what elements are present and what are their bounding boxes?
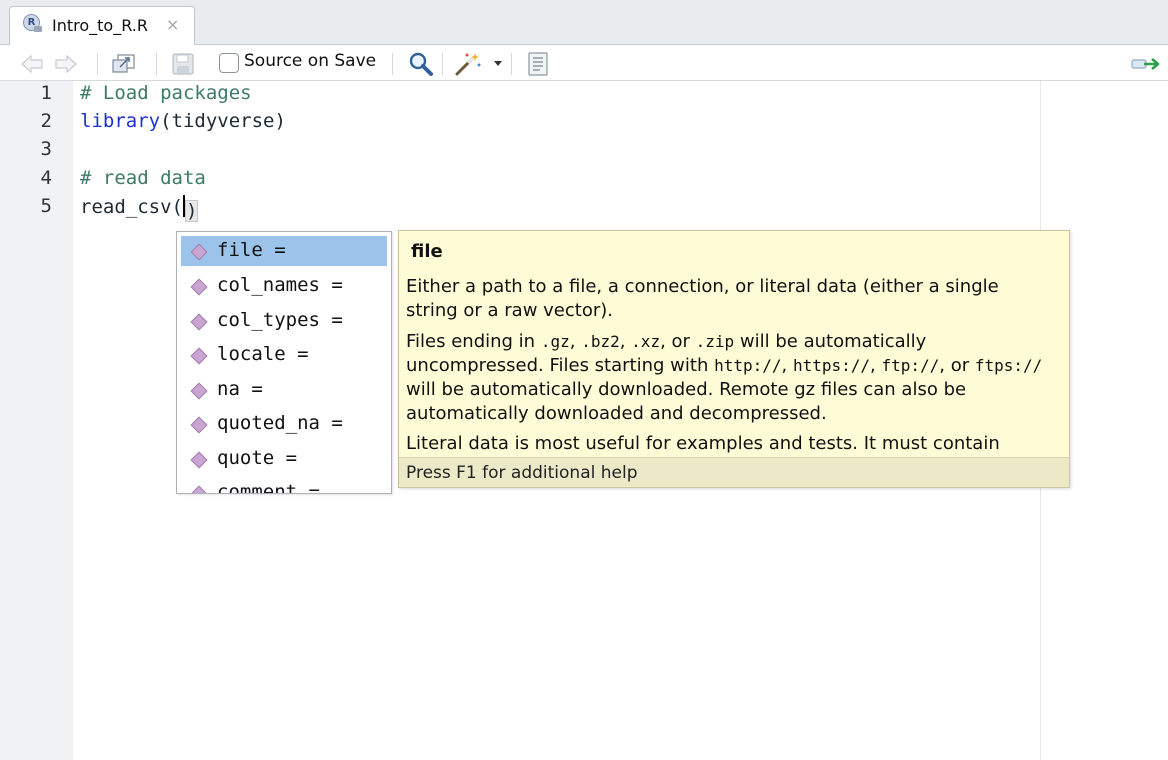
completion-label: comment = — [217, 481, 320, 494]
completion-item[interactable]: col_types = — [181, 306, 387, 336]
line-number: 5 — [40, 195, 52, 217]
argument-icon — [190, 347, 208, 365]
help-paragraph: Files ending in .gz, .bz2, .xz, or .zip … — [406, 331, 1043, 424]
function-name: library — [80, 110, 161, 132]
toolbar-separator — [511, 53, 512, 75]
source-on-save-checkbox[interactable] — [219, 53, 239, 73]
argument-icon — [190, 313, 208, 331]
help-footer-text: Press F1 for additional help — [406, 463, 638, 483]
argument-icon — [190, 485, 208, 493]
toolbar-separator — [97, 53, 98, 75]
code-line[interactable]: library(tidyverse) — [80, 110, 286, 132]
matching-paren: ) — [184, 200, 199, 222]
autocomplete-popup: file = col_names = col_types = locale = … — [176, 231, 392, 494]
code-span: http:// — [714, 356, 782, 375]
run-icon[interactable] — [1130, 53, 1168, 75]
code-span: ftp:// — [881, 356, 940, 375]
tab-intro-to-r[interactable]: R Intro_to_R.R × — [9, 6, 195, 46]
open-paren: ( — [171, 196, 183, 218]
help-tooltip: file Either a path to a file, a connecti… — [398, 230, 1070, 488]
save-icon[interactable] — [171, 52, 195, 76]
compile-report-icon[interactable] — [526, 51, 550, 77]
code-span: https:// — [792, 356, 871, 375]
search-icon[interactable] — [407, 51, 435, 77]
tab-bar: R Intro_to_R.R × — [0, 0, 1168, 46]
completion-label: quote = — [217, 447, 298, 469]
argument-icon — [190, 416, 208, 434]
completion-label: col_types = — [217, 309, 343, 331]
r-file-icon: R — [23, 14, 42, 32]
argument-icon — [190, 382, 208, 400]
code-span: .xz — [631, 332, 661, 351]
completion-label: na = — [217, 378, 263, 400]
help-footer: Press F1 for additional help — [399, 457, 1069, 487]
line-number: 1 — [40, 82, 52, 104]
line-number: 2 — [40, 110, 52, 132]
line-number: 3 — [40, 138, 52, 160]
forward-arrow-icon[interactable] — [52, 54, 78, 74]
dropdown-arrow-icon[interactable] — [493, 60, 503, 68]
function-args: (tidyverse) — [160, 110, 286, 132]
completion-label: locale = — [217, 343, 309, 365]
code-line[interactable]: read_csv() — [80, 195, 199, 222]
source-on-save-label[interactable]: Source on Save — [244, 51, 376, 71]
code-line-comment[interactable]: # read data — [80, 167, 206, 189]
completion-item[interactable]: comment = — [181, 478, 387, 494]
help-title: file — [411, 241, 443, 262]
completion-label: quoted_na = — [217, 412, 343, 434]
code-span: .gz — [540, 332, 570, 351]
code-span: .bz2 — [581, 332, 620, 351]
close-icon[interactable]: × — [166, 15, 179, 34]
argument-icon — [190, 243, 208, 261]
magic-wand-icon[interactable] — [453, 50, 483, 78]
code-span: .zip — [695, 332, 735, 351]
toolbar-separator — [442, 53, 443, 75]
tab-label: Intro_to_R.R — [52, 16, 148, 35]
completion-item[interactable]: locale = — [181, 340, 387, 370]
completion-item[interactable]: file = — [181, 236, 387, 266]
help-paragraph: Either a path to a file, a connection, o… — [406, 276, 999, 321]
completion-label: file = — [217, 239, 286, 261]
function-name: read_csv — [80, 196, 172, 218]
back-arrow-icon[interactable] — [20, 54, 46, 74]
completion-item[interactable]: col_names = — [181, 271, 387, 301]
code-line-comment[interactable]: # Load packages — [80, 82, 252, 104]
help-paragraph: Literal data is most useful for examples… — [406, 433, 1000, 454]
code-span: ftps:// — [974, 356, 1043, 375]
toolbar-separator — [392, 53, 393, 75]
argument-icon — [190, 451, 208, 469]
completion-label: col_names = — [217, 274, 343, 296]
line-number: 4 — [40, 167, 52, 189]
argument-icon — [190, 278, 208, 296]
show-in-window-icon[interactable] — [110, 52, 138, 76]
completion-item[interactable]: quote = — [181, 444, 387, 474]
completion-item[interactable]: na = — [181, 375, 387, 405]
toolbar-separator — [156, 53, 157, 75]
editor-toolbar: Source on Save — [0, 45, 1168, 81]
completion-item[interactable]: quoted_na = — [181, 409, 387, 439]
